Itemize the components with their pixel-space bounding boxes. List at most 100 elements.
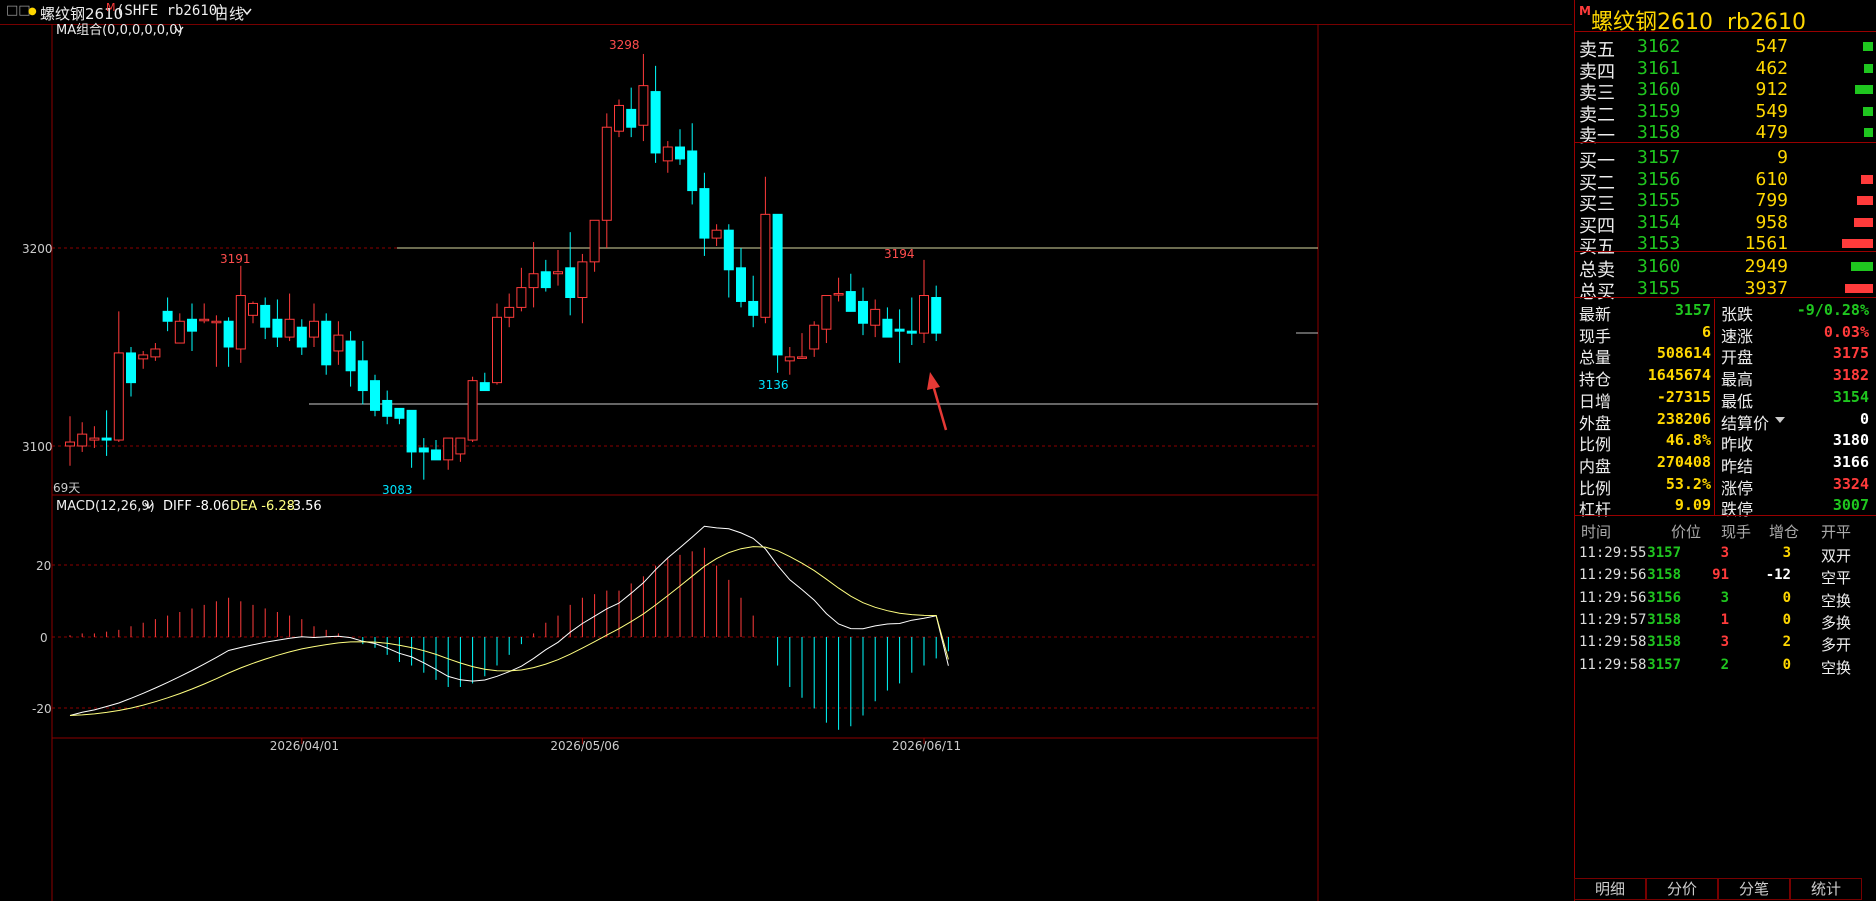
- stat-divider: [1714, 494, 1715, 517]
- candle: [650, 65, 661, 163]
- kline-chart[interactable]: 3200 3100 MA组合(0,0,0,0,0,0) 3298 3191 31…: [0, 0, 1574, 901]
- bottom-tabs: 明细 分价 分笔 统计: [1574, 876, 1876, 901]
- tick-oi-change: 0: [1782, 589, 1791, 606]
- candle: [223, 317, 234, 367]
- stat-value: -27315: [1656, 387, 1711, 406]
- stat-value: 3007: [1832, 496, 1869, 515]
- tick-type: 空平: [1821, 569, 1852, 588]
- book-volume: 549: [1755, 100, 1788, 122]
- candle-up-body: [150, 348, 161, 358]
- candle-down-body: [845, 291, 856, 312]
- stat-divider: [1714, 407, 1715, 430]
- tick-volume: 3: [1720, 589, 1729, 606]
- candle-up-body: [235, 295, 246, 350]
- candle: [833, 277, 844, 302]
- stat-value: -9/0.28%: [1796, 301, 1869, 319]
- book-volume: 799: [1755, 190, 1788, 212]
- ticks-col-header: 增仓: [1769, 523, 1800, 541]
- book-price: 3161: [1637, 57, 1681, 79]
- candle-up-body: [821, 295, 832, 330]
- book-volume: 547: [1755, 36, 1788, 57]
- candle-down-body: [296, 326, 307, 348]
- candle-up-body: [211, 320, 222, 324]
- book-volume-bar: [1861, 174, 1873, 184]
- candle: [528, 242, 539, 308]
- candle-down-body: [626, 108, 637, 128]
- candle: [516, 267, 527, 312]
- book-volume: 479: [1755, 122, 1788, 144]
- label-high: 3298: [609, 38, 640, 52]
- stat-divider: [1714, 299, 1715, 321]
- candle: [797, 333, 807, 359]
- tick-type: 双开: [1821, 547, 1852, 565]
- book-price: 3155: [1637, 190, 1681, 212]
- book-price: 3160: [1637, 79, 1681, 101]
- candle-down-body: [260, 304, 271, 328]
- tick-row[interactable]: 11:29:58 3157 2 0 空换: [1575, 655, 1876, 681]
- candle: [662, 141, 673, 173]
- candle: [772, 213, 783, 373]
- label-left-high: 3191: [220, 252, 251, 266]
- candle-up-body: [199, 318, 210, 322]
- candle-down-body: [101, 437, 112, 441]
- stat-divider: [1714, 364, 1715, 387]
- caret-down-icon[interactable]: [1775, 416, 1785, 423]
- candle-up-body: [711, 229, 722, 239]
- stat-value: 3324: [1832, 474, 1869, 493]
- candle-up-body: [528, 273, 539, 289]
- candle: [565, 232, 576, 316]
- candle: [931, 285, 942, 342]
- book-volume-bar: [1863, 42, 1873, 51]
- candle-up-body: [797, 356, 807, 359]
- candle: [858, 287, 868, 336]
- candle-up-body: [113, 352, 124, 441]
- candle-down-body: [906, 330, 917, 334]
- tick-oi-change: 3: [1782, 545, 1791, 561]
- candle: [248, 301, 258, 324]
- candle-up-body: [614, 104, 624, 132]
- candle-down-body: [162, 310, 173, 322]
- candle-up-body: [89, 437, 100, 441]
- candle: [431, 440, 441, 461]
- ma-label[interactable]: MA组合(0,0,0,0,0,0): [56, 23, 183, 38]
- candle: [174, 313, 185, 344]
- tab-stats[interactable]: 统计: [1790, 878, 1862, 900]
- macd-tick-neg20: -20: [32, 702, 52, 716]
- candle: [687, 123, 698, 205]
- candle-up-body: [174, 320, 185, 344]
- tab-price-dist[interactable]: 分价: [1646, 878, 1718, 900]
- candle-down-body: [345, 340, 356, 372]
- candle: [809, 321, 820, 357]
- stat-value: 270408: [1656, 452, 1711, 471]
- candle: [601, 113, 612, 248]
- candle-down-body: [675, 146, 685, 160]
- book-price: 3155: [1637, 277, 1681, 299]
- tick-time: 11:29:57: [1579, 611, 1647, 628]
- ticks-col-header: 价位: [1671, 523, 1702, 541]
- candle-up-body: [833, 293, 844, 296]
- book-volume-bar: [1864, 63, 1873, 73]
- candle: [113, 311, 124, 443]
- book-volume-bar: [1854, 217, 1873, 227]
- stat-value: 6: [1701, 322, 1711, 341]
- macd-diff-line: [69, 525, 949, 716]
- candle: [126, 347, 136, 397]
- candle: [467, 376, 478, 443]
- stat-label: 杠杆: [1579, 500, 1612, 520]
- price-tick-3200: 3200: [22, 242, 53, 256]
- stat-row: 杠杆 9.09 跌停 3007: [1575, 494, 1876, 520]
- candle-down-body: [321, 320, 332, 366]
- macd-label[interactable]: MACD(12,26,9): [56, 499, 155, 514]
- tab-detail[interactable]: 明细: [1574, 878, 1646, 900]
- candle: [675, 129, 685, 165]
- book-volume-bar: [1842, 239, 1873, 249]
- candle-down-body: [699, 188, 710, 239]
- tab-trades[interactable]: 分笔: [1718, 878, 1790, 900]
- candle: [101, 410, 112, 456]
- book-volume: 3937: [1744, 277, 1788, 299]
- candle-down-body: [723, 229, 734, 271]
- candle: [260, 297, 271, 340]
- candle: [357, 341, 368, 405]
- book-volume-bar: [1855, 85, 1873, 95]
- candle-down-body: [357, 360, 368, 392]
